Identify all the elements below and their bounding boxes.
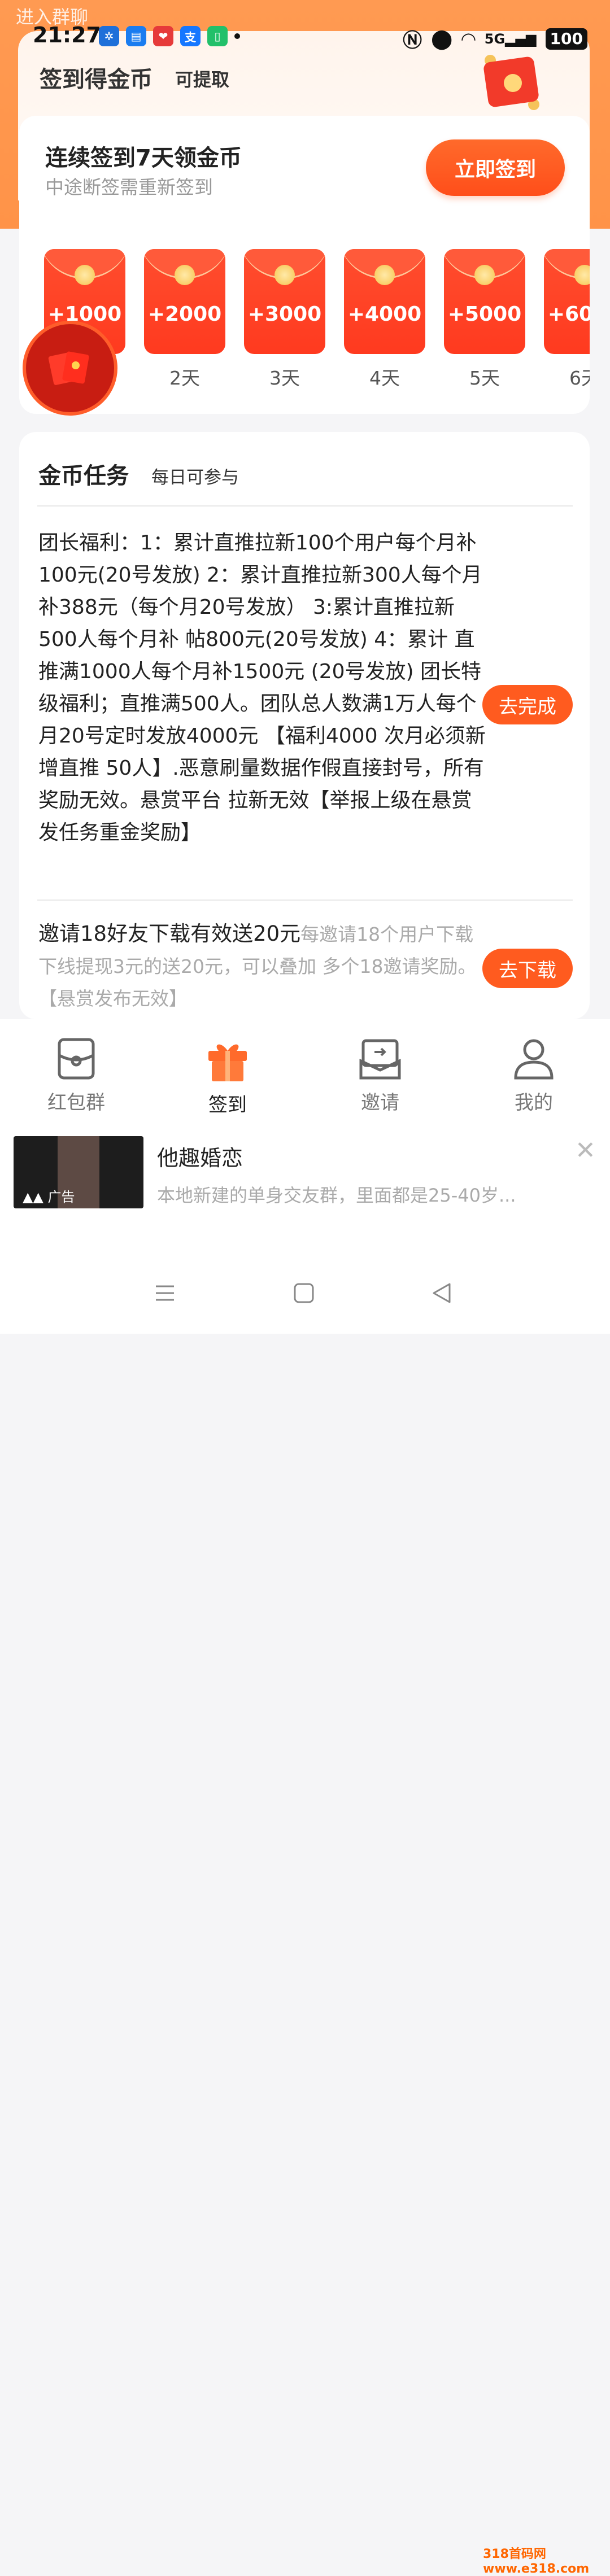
sign-in-days-strip[interactable]: +1000 1天 +2000 2天 +3000 3天 +4000 4天 +500… xyxy=(44,249,590,390)
download-task-button[interactable]: 去下载 xyxy=(482,949,573,988)
day-card-6[interactable]: +6000 6天 xyxy=(544,249,590,390)
tab-invite[interactable]: 邀请 xyxy=(324,1036,437,1115)
hero-subtitle: 可提取 xyxy=(175,69,230,90)
divider xyxy=(37,505,573,507)
red-envelope-icon: +5000 xyxy=(444,249,525,354)
red-envelope-icon: +4000 xyxy=(344,249,425,354)
status-app-icons: ✲ ▤ ❤ 支 ▯ xyxy=(99,26,240,46)
day-label: 6天 xyxy=(569,367,590,389)
day-card-2[interactable]: +2000 2天 xyxy=(144,249,225,390)
day-label: 5天 xyxy=(469,367,500,389)
invite-envelope-icon xyxy=(359,1039,401,1080)
system-navigation-bar: 318首码网 www.e318.com xyxy=(0,1228,610,2576)
ad-banner[interactable]: ▲▲ 广告 他趣婚恋 本地新建的单身交友群，里面都是25-40岁... ✕ xyxy=(0,1129,610,1228)
tab-label: 红包群 xyxy=(47,1091,105,1114)
red-envelope-decoration-icon xyxy=(483,55,539,110)
alipay-icon: 支 xyxy=(180,26,201,46)
heart-app-icon: ❤ xyxy=(153,26,173,46)
red-envelope-icon: +2000 xyxy=(144,249,225,354)
red-packet-icon xyxy=(48,351,89,385)
home-icon[interactable] xyxy=(293,1282,315,1304)
complete-task-button[interactable]: 去完成 xyxy=(482,685,573,724)
tab-label: 邀请 xyxy=(361,1091,399,1114)
watermark: 318首码网 www.e318.com xyxy=(483,2547,590,2576)
coin-tasks-title: 金币任务 xyxy=(38,463,129,489)
close-icon[interactable]: ✕ xyxy=(575,1136,596,1165)
message-icon: ▤ xyxy=(126,26,146,46)
red-envelope-icon: +6000 xyxy=(544,249,590,354)
status-time: 21:27 xyxy=(33,23,101,47)
wallet-app-icon: ▯ xyxy=(207,26,228,46)
sign-in-subtitle: 中途断签需重新签到 xyxy=(45,176,213,198)
tab-profile[interactable]: 我的 xyxy=(477,1036,590,1115)
tab-label: 签到 xyxy=(208,1094,247,1116)
invite-task-description: 邀请18好友下载有效送20元每邀请18个用户下载下线提现3元的送20元，可以叠加… xyxy=(38,918,490,1015)
menu-icon[interactable] xyxy=(154,1282,176,1304)
day-label: 3天 xyxy=(269,367,300,389)
day-label: 4天 xyxy=(369,367,400,389)
day-card-5[interactable]: +5000 5天 xyxy=(444,249,525,390)
day-label: 2天 xyxy=(169,367,200,389)
ad-description: 本地新建的单身交友群，里面都是25-40岁... xyxy=(157,1185,516,1206)
nfc-icon: Ⓝ xyxy=(403,29,422,52)
coin-tasks-card: 金币任务 每日可参与 团长福利：1：累计直推拉新100个用户每个月补100元(2… xyxy=(19,432,590,1019)
ad-thumbnail: ▲▲ 广告 xyxy=(14,1136,143,1208)
hero-title: 签到得金币 xyxy=(40,67,152,93)
wifi-icon: ◠ xyxy=(461,28,476,50)
day-card-4[interactable]: +4000 4天 xyxy=(344,249,425,390)
tab-sign-in[interactable]: 签到 xyxy=(171,1036,284,1117)
user-icon xyxy=(514,1039,554,1080)
floating-red-packet-button[interactable] xyxy=(23,321,117,416)
sign-in-title: 连续签到7天领金币 xyxy=(45,145,242,171)
gift-icon xyxy=(208,1044,247,1081)
red-packet-icon xyxy=(58,1038,95,1080)
pinwheel-icon: ✲ xyxy=(99,26,119,46)
battery-icon: 100 xyxy=(545,28,587,50)
tab-red-packet-group[interactable]: 红包群 xyxy=(20,1036,133,1115)
location-icon: ⬤ xyxy=(431,27,453,50)
invite-task-title: 邀请18好友下载有效送20元 xyxy=(38,922,301,946)
back-icon[interactable] xyxy=(430,1282,453,1304)
signal-icon: 5G▂▄▆ xyxy=(484,30,537,47)
more-notifications-icon xyxy=(234,33,240,39)
tab-label: 我的 xyxy=(515,1091,553,1114)
coin-tasks-subtitle: 每日可参与 xyxy=(151,468,239,488)
task-description: 团长福利：1：累计直推拉新100个用户每个月补100元(20号发放) 2：累计直… xyxy=(38,531,486,844)
bottom-tab-bar: 红包群 签到 邀请 我的 xyxy=(0,1019,610,1129)
ad-title: 他趣婚恋 xyxy=(157,1146,243,1171)
sign-in-now-button[interactable]: 立即签到 xyxy=(426,139,565,196)
day-card-3[interactable]: +3000 3天 xyxy=(244,249,325,390)
red-envelope-icon: +3000 xyxy=(244,249,325,354)
divider xyxy=(37,900,573,901)
ad-badge: ▲▲ 广告 xyxy=(23,1189,75,1205)
